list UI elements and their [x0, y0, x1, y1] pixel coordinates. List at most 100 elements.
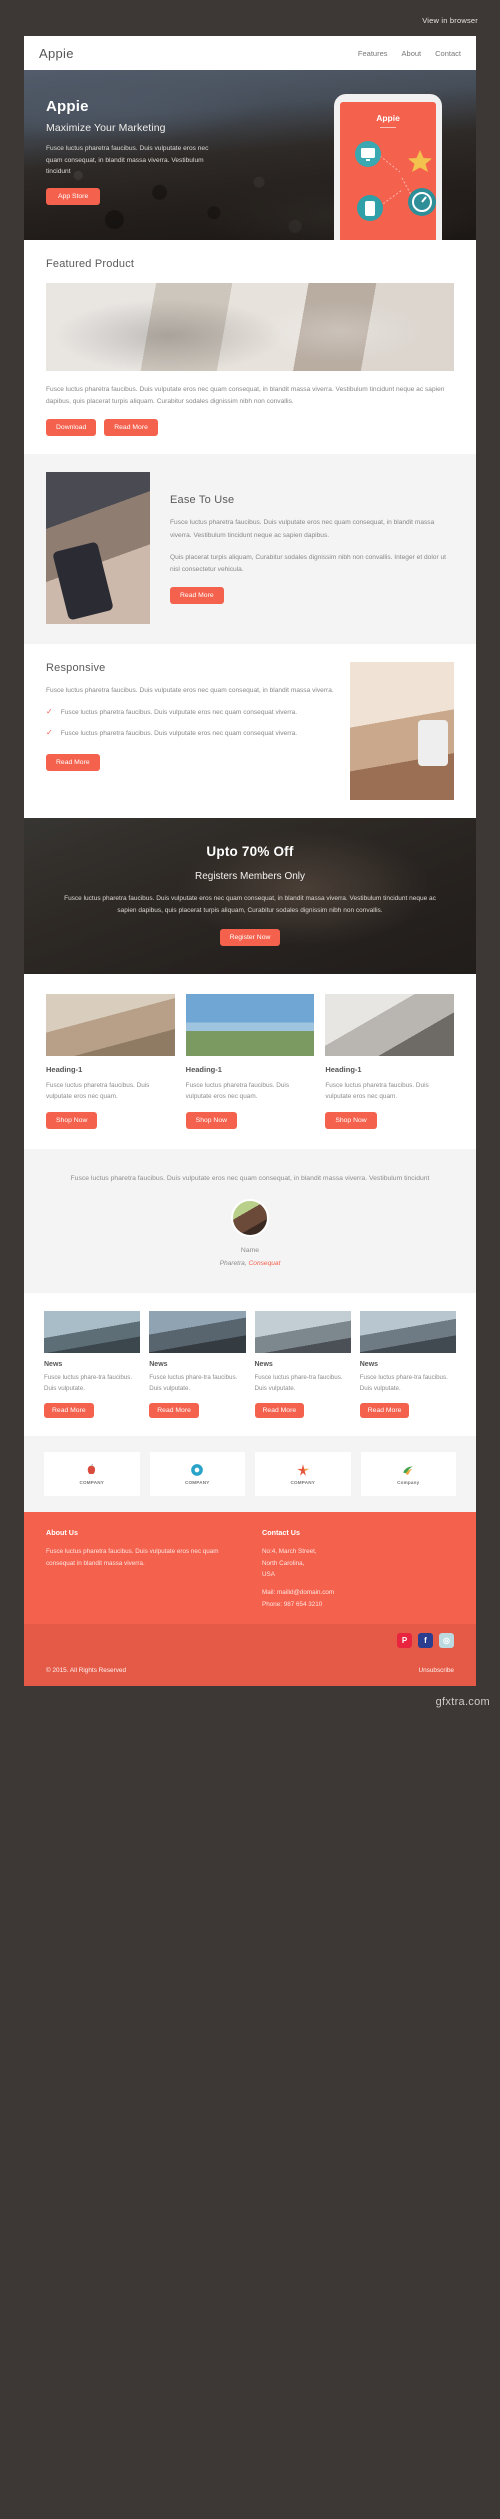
- avatar: [231, 1199, 269, 1238]
- apple-logo-icon: [87, 1464, 95, 1475]
- responsive-body: Fusce luctus pharetra faucibus. Duis vul…: [46, 687, 334, 695]
- promo-frame: Upto 70% Off Registers Members Only Fusc…: [24, 818, 476, 1687]
- email-frame: Appie Features About Contact Appie Maxim…: [24, 36, 476, 819]
- ease-image-wrap: [46, 472, 150, 626]
- dribbble-icon[interactable]: ◎: [439, 1633, 454, 1649]
- watermark: gfxtra.com: [0, 1686, 500, 1718]
- card-heading: Heading-1: [185, 1064, 222, 1074]
- nav-link-contact[interactable]: Contact: [435, 49, 461, 58]
- partner-logo[interactable]: COMPANY: [149, 1452, 245, 1497]
- news-read-more-button[interactable]: Read More: [359, 1403, 410, 1419]
- view-in-browser-link[interactable]: View in browser: [422, 16, 478, 25]
- responsive-read-more-button[interactable]: Read More: [46, 753, 100, 771]
- unsubscribe-link[interactable]: Unsubscribe: [418, 1667, 454, 1674]
- testimonial-role-prefix: Pharetra,: [219, 1260, 249, 1268]
- facebook-icon[interactable]: f: [418, 1633, 433, 1649]
- footer-address-line-3: USA: [262, 1571, 275, 1579]
- partner-logo-label: COMPANY: [79, 1480, 105, 1486]
- responsive-split: Responsive Fusce luctus pharetra faucibu…: [46, 662, 454, 801]
- promo-heading: Upto 70% Off: [206, 844, 294, 860]
- navbar: Appie Features About Contact: [24, 36, 476, 70]
- partner-logo[interactable]: COMPANY: [44, 1452, 140, 1497]
- news-body: Fusce luctus phare-tra faucibus. Duis vu…: [149, 1374, 238, 1393]
- news-item: News Fusce luctus phare-tra faucibus. Du…: [149, 1311, 246, 1419]
- footer-mail[interactable]: Mail: mailid@domain.com: [262, 1587, 454, 1599]
- ease-read-more-button[interactable]: Read More: [170, 587, 224, 605]
- news-section: News Fusce luctus phare-tra faucibus. Du…: [24, 1293, 476, 1437]
- card-image: [46, 993, 175, 1056]
- footer-address-line-1: No:4, March Street,: [262, 1548, 317, 1556]
- brand-logo[interactable]: Appie: [39, 46, 74, 61]
- partner-logo[interactable]: Company: [360, 1452, 456, 1497]
- download-button[interactable]: Download: [46, 419, 97, 437]
- phone-screen: Appie: [340, 102, 436, 240]
- phone-mockup: Appie: [334, 94, 442, 240]
- nav-link-about[interactable]: About: [402, 49, 422, 58]
- news-read-more-button[interactable]: Read More: [44, 1403, 94, 1419]
- shop-now-button[interactable]: Shop Now: [185, 1111, 238, 1129]
- swirl-logo-icon: [403, 1466, 413, 1475]
- news-row: News Fusce luctus phare-tra faucibus. Du…: [44, 1311, 456, 1419]
- phone-brand-label: Appie: [376, 113, 400, 123]
- watermark-text: gfxtra.com: [435, 1696, 490, 1709]
- responsive-bullet-1: Fusce luctus pharetra faucibus. Duis vul…: [60, 709, 298, 717]
- news-image: [254, 1311, 351, 1354]
- footer-contact-column: Contact Us No:4, March Street, North Car…: [262, 1528, 454, 1610]
- card-image: [185, 993, 315, 1056]
- news-read-more-button[interactable]: Read More: [254, 1403, 305, 1419]
- testimonial-section: Fusce luctus pharetra faucibus. Duis vul…: [24, 1148, 476, 1294]
- news-heading: News: [44, 1361, 63, 1369]
- footer-contact-title: Contact Us: [262, 1528, 300, 1538]
- nav-links: Features About Contact: [358, 49, 461, 58]
- hero-subtitle: Maximize Your Marketing: [46, 122, 166, 134]
- card-heading: Heading-1: [325, 1064, 362, 1074]
- read-more-button[interactable]: Read More: [104, 419, 158, 437]
- featured-heading: Featured Product: [46, 258, 135, 270]
- copyright-text: © 2015. All Rights Reserved: [46, 1667, 127, 1675]
- news-item: News Fusce luctus phare-tra faucibus. Du…: [254, 1311, 351, 1419]
- featured-body: Fusce luctus pharetra faucibus. Duis vul…: [46, 386, 445, 406]
- news-item: News Fusce luctus phare-tra faucibus. Du…: [44, 1311, 141, 1419]
- responsive-section: Responsive Fusce luctus pharetra faucibu…: [24, 644, 476, 819]
- list-item: ✓ Fusce luctus pharetra faucibus. Duis v…: [46, 728, 334, 740]
- partner-logo-label: COMPANY: [290, 1480, 316, 1486]
- hero-copy: Appie Maximize Your Marketing Fusce luct…: [46, 98, 218, 205]
- circle-logo-icon: [191, 1464, 204, 1476]
- ease-to-use-section: Ease To Use Fusce luctus pharetra faucib…: [24, 454, 476, 645]
- card-image: [325, 993, 455, 1056]
- responsive-copy: Responsive Fusce luctus pharetra faucibu…: [46, 662, 350, 800]
- hero-title: Appie: [46, 98, 89, 115]
- nav-link-features[interactable]: Features: [358, 49, 388, 58]
- news-heading: News: [254, 1361, 273, 1369]
- preheader-bar: View in browser: [0, 0, 500, 36]
- responsive-image-wrap: [350, 662, 454, 801]
- news-image: [149, 1311, 246, 1354]
- partner-logos-section: COMPANY COMPANY COMPANY Company: [24, 1436, 476, 1513]
- news-item: News Fusce luctus phare-tra faucibus. Du…: [359, 1311, 456, 1419]
- product-card: Heading-1 Fusce luctus pharetra faucibus…: [185, 993, 315, 1129]
- partner-logo-label: COMPANY: [184, 1480, 210, 1486]
- starburst-logo-icon: [296, 1464, 309, 1476]
- shop-now-button[interactable]: Shop Now: [46, 1111, 98, 1129]
- news-heading: News: [149, 1361, 168, 1369]
- promo-section: Upto 70% Off Registers Members Only Fusc…: [24, 818, 476, 974]
- partner-logo-label: Company: [397, 1480, 420, 1486]
- news-read-more-button[interactable]: Read More: [149, 1403, 199, 1419]
- shop-now-button[interactable]: Shop Now: [325, 1111, 377, 1129]
- register-now-button[interactable]: Register Now: [219, 928, 281, 946]
- footer-about-title: About Us: [46, 1528, 78, 1538]
- cards-row: Heading-1 Fusce luctus pharetra faucibus…: [46, 993, 455, 1129]
- promo-body: Fusce luctus pharetra faucibus. Duis vul…: [64, 895, 436, 914]
- footer-phone: Phone: 987 654 3210: [262, 1600, 323, 1608]
- ease-split: Ease To Use Fusce luctus pharetra faucib…: [46, 472, 476, 626]
- ease-body-1: Fusce luctus pharetra faucibus. Duis vul…: [170, 519, 435, 539]
- responsive-image: [350, 662, 454, 801]
- news-body: Fusce luctus phare-tra faucibus. Duis vu…: [254, 1374, 343, 1393]
- check-icon: ✓: [46, 727, 53, 737]
- app-store-button[interactable]: App Store: [46, 187, 101, 205]
- partner-logo[interactable]: COMPANY: [255, 1452, 351, 1497]
- news-body: Fusce luctus phare-tra faucibus. Duis vu…: [44, 1374, 133, 1393]
- pinterest-icon[interactable]: P: [397, 1633, 412, 1649]
- hero-body: Fusce luctus pharetra faucibus. Duis vul…: [46, 145, 209, 176]
- news-body: Fusce luctus phare-tra faucibus. Duis vu…: [359, 1374, 448, 1393]
